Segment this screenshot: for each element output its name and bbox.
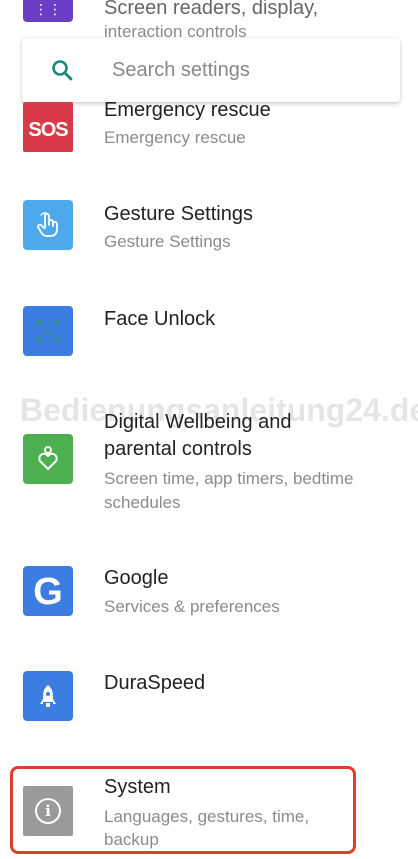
google-g-icon: G <box>23 566 73 616</box>
search-icon <box>52 60 73 81</box>
settings-item-title: Gesture Settings <box>104 203 253 225</box>
hand-gesture-icon <box>23 200 73 250</box>
settings-item-subtitle: Emergency rescue <box>104 128 246 147</box>
settings-item-accessibility[interactable]: ⋮⋮ Screen readers, display, interaction … <box>0 0 418 41</box>
settings-item-face-unlock[interactable]: Face Unlock <box>0 302 418 366</box>
settings-item-title-line1: Digital Wellbeing and <box>104 411 292 433</box>
search-bar[interactable]: Search settings <box>22 38 400 102</box>
face-unlock-icon <box>23 306 73 356</box>
settings-item-subtitle: Services & preferences <box>104 597 280 616</box>
hand-gesture-glyph <box>37 212 58 237</box>
highlight-frame <box>10 766 356 854</box>
settings-item-subtitle-line2: schedules <box>104 493 181 512</box>
settings-item-subtitle-line1: Screen time, app timers, bedtime <box>104 469 354 488</box>
wellbeing-heart-icon <box>23 434 73 484</box>
rocket-glyph <box>40 685 56 707</box>
face-unlock-glyph <box>37 320 59 342</box>
settings-item-duraspeed[interactable]: DuraSpeed <box>0 668 418 732</box>
settings-item-title: DuraSpeed <box>104 672 206 694</box>
settings-item-google[interactable]: G Google Services & preferences <box>0 563 418 637</box>
settings-item-title-line2: parental controls <box>104 438 252 460</box>
rocket-icon <box>23 671 73 721</box>
search-input[interactable]: Search settings <box>112 59 250 82</box>
sos-icon: SOS <box>23 102 73 152</box>
accessibility-icon: ⋮⋮ <box>23 0 73 22</box>
settings-item-digital-wellbeing[interactable]: Digital Wellbeing and parental controls … <box>0 410 418 520</box>
sos-icon-label: SOS <box>28 118 68 141</box>
wellbeing-glyph <box>38 446 58 470</box>
settings-item-emergency-rescue[interactable]: SOS Emergency rescue Emergency rescue <box>0 96 418 170</box>
settings-item-title: Google <box>104 567 169 589</box>
settings-item-gesture-settings[interactable]: Gesture Settings Gesture Settings <box>0 196 418 270</box>
settings-item-title: Emergency rescue <box>104 99 271 121</box>
settings-item-title: Face Unlock <box>104 308 216 330</box>
settings-item-title: Screen readers, display, <box>104 0 319 19</box>
google-g-label: G <box>33 570 63 613</box>
settings-item-subtitle: Gesture Settings <box>104 232 231 251</box>
